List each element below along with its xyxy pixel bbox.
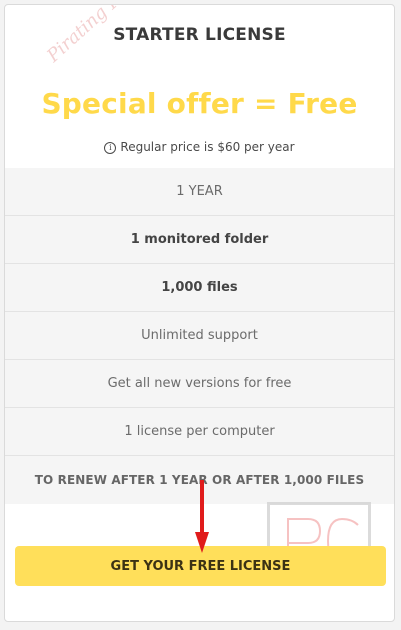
feature-duration: 1 YEAR xyxy=(5,168,394,216)
feature-monitored-folder: 1 monitored folder xyxy=(5,216,394,264)
feature-new-versions: Get all new versions for free xyxy=(5,360,394,408)
feature-support: Unlimited support xyxy=(5,312,394,360)
regular-price-text: Regular price is $60 per year xyxy=(120,140,295,154)
info-icon: i xyxy=(104,142,117,154)
red-arrow-indicator xyxy=(195,480,209,553)
feature-license-per-computer: 1 license per computer xyxy=(5,408,394,456)
features-list: 1 YEAR 1 monitored folder 1,000 files Un… xyxy=(5,168,394,504)
feature-files-limit: 1,000 files xyxy=(5,264,394,312)
special-offer-title: Special offer = Free xyxy=(41,87,358,120)
license-card: STARTER LICENSE Pirating PC Special offe… xyxy=(4,4,395,622)
regular-price-note: i Regular price is $60 per year xyxy=(5,140,394,154)
plan-title: STARTER LICENSE xyxy=(113,25,286,45)
